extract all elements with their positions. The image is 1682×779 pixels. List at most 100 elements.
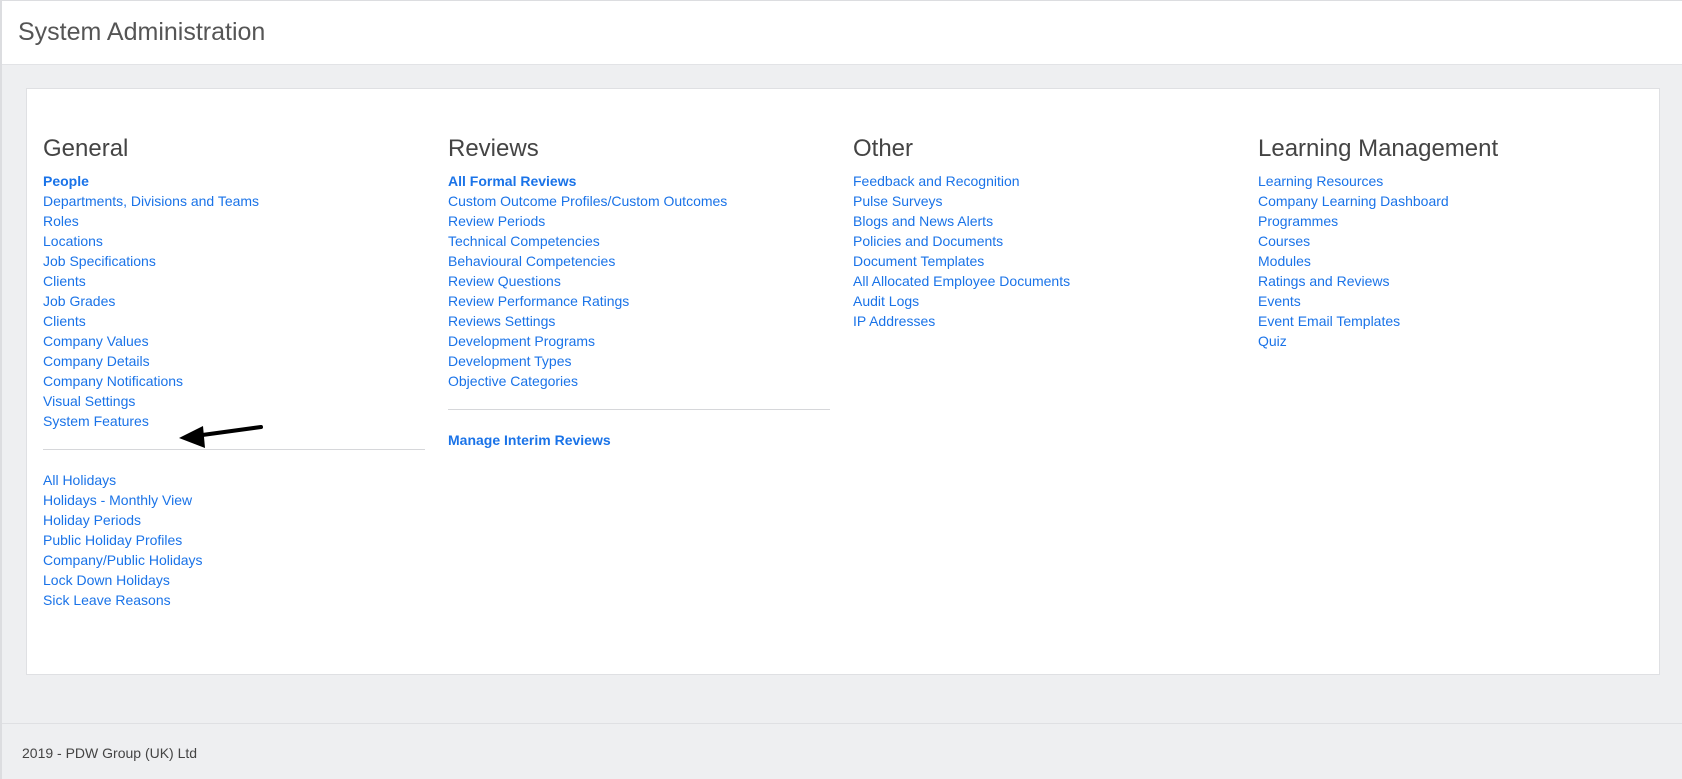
list-item: Modules (1258, 251, 1640, 271)
link-blogs-and-news-alerts[interactable]: Blogs and News Alerts (853, 213, 993, 229)
link-development-programs[interactable]: Development Programs (448, 333, 595, 349)
link-pulse-surveys[interactable]: Pulse Surveys (853, 193, 942, 209)
list-item: Company Learning Dashboard (1258, 191, 1640, 211)
list-item: Blogs and News Alerts (853, 211, 1235, 231)
link-event-email-templates[interactable]: Event Email Templates (1258, 313, 1400, 329)
link-people[interactable]: People (43, 173, 89, 189)
list-item: Company/Public Holidays (43, 550, 425, 570)
link-company-values[interactable]: Company Values (43, 333, 149, 349)
top-bar: System Administration (2, 0, 1682, 65)
link-company-details[interactable]: Company Details (43, 353, 150, 369)
link-quiz[interactable]: Quiz (1258, 333, 1287, 349)
link-reviews-settings[interactable]: Reviews Settings (448, 313, 555, 329)
general-links: People Departments, Divisions and Teams Ro… (43, 171, 425, 431)
list-item: Departments, Divisions and Teams (43, 191, 425, 211)
reviews-links: All Formal Reviews Custom Outcome Profile… (448, 171, 830, 391)
link-events[interactable]: Events (1258, 293, 1301, 309)
link-behavioural-competencies[interactable]: Behavioural Competencies (448, 253, 615, 269)
link-learning-resources[interactable]: Learning Resources (1258, 173, 1383, 189)
list-item: Events (1258, 291, 1640, 311)
list-item: All Allocated Employee Documents (853, 271, 1235, 291)
link-holidays-monthly-view[interactable]: Holidays - Monthly View (43, 492, 192, 508)
list-item: Event Email Templates (1258, 311, 1640, 331)
link-lock-down-holidays[interactable]: Lock Down Holidays (43, 572, 170, 588)
link-holiday-periods[interactable]: Holiday Periods (43, 512, 141, 528)
divider (43, 449, 425, 450)
list-item: Audit Logs (853, 291, 1235, 311)
link-custom-outcome-profiles-custom-outcomes[interactable]: Custom Outcome Profiles/Custom Outcomes (448, 193, 727, 209)
list-item: People (43, 171, 425, 191)
link-ratings-and-reviews[interactable]: Ratings and Reviews (1258, 273, 1390, 289)
list-item: Manage Interim Reviews (448, 430, 830, 450)
link-job-specifications[interactable]: Job Specifications (43, 253, 156, 269)
link-clients[interactable]: Clients (43, 313, 86, 329)
link-public-holiday-profiles[interactable]: Public Holiday Profiles (43, 532, 182, 548)
list-item: All Formal Reviews (448, 171, 830, 191)
link-job-grades[interactable]: Job Grades (43, 293, 115, 309)
list-item: Courses (1258, 231, 1640, 251)
link-courses[interactable]: Courses (1258, 233, 1310, 249)
link-all-holidays[interactable]: All Holidays (43, 472, 116, 488)
list-item: All Holidays (43, 470, 425, 490)
list-item: Company Details (43, 351, 425, 371)
link-company-learning-dashboard[interactable]: Company Learning Dashboard (1258, 193, 1449, 209)
list-item: Job Grades (43, 291, 425, 311)
link-modules[interactable]: Modules (1258, 253, 1311, 269)
page-title: System Administration (18, 18, 266, 46)
learning-links: Learning Resources Company Learning Dashb… (1258, 171, 1640, 351)
list-item: Lock Down Holidays (43, 570, 425, 590)
list-item: Clients (43, 311, 425, 331)
page: System Administration General People Depa… (0, 0, 1682, 779)
section-title-general: General (43, 135, 129, 162)
link-departments-divisions-and-teams[interactable]: Departments, Divisions and Teams (43, 193, 259, 209)
section-general: General People Departments, Divisions and… (43, 129, 425, 610)
list-item: Visual Settings (43, 391, 425, 411)
other-links: Feedback and Recognition Pulse Surveys Blo… (853, 171, 1235, 331)
list-item: Programmes (1258, 211, 1640, 231)
link-all-formal-reviews[interactable]: All Formal Reviews (448, 173, 576, 189)
link-development-types[interactable]: Development Types (448, 353, 571, 369)
link-company-public-holidays[interactable]: Company/Public Holidays (43, 552, 203, 568)
arrow-left-icon (179, 425, 263, 448)
list-item: Company Notifications (43, 371, 425, 391)
link-system-features[interactable]: System Features (43, 413, 149, 429)
link-clients[interactable]: Clients (43, 273, 86, 289)
link-ip-addresses[interactable]: IP Addresses (853, 313, 935, 329)
holiday-links: All Holidays Holidays - Monthly View Holid… (43, 470, 425, 610)
footer: 2019 - PDW Group (UK) Ltd (2, 723, 1682, 779)
section-other: Other Feedback and Recognition Pulse Surv… (853, 129, 1235, 331)
list-item: Policies and Documents (853, 231, 1235, 251)
link-company-notifications[interactable]: Company Notifications (43, 373, 183, 389)
link-manage-interim-reviews[interactable]: Manage Interim Reviews (448, 432, 611, 448)
link-feedback-and-recognition[interactable]: Feedback and Recognition (853, 173, 1020, 189)
link-review-performance-ratings[interactable]: Review Performance Ratings (448, 293, 629, 309)
list-item: Development Programs (448, 331, 830, 351)
list-item: Feedback and Recognition (853, 171, 1235, 191)
section-learning-management: Learning Management Learning Resources Co… (1258, 129, 1640, 351)
link-document-templates[interactable]: Document Templates (853, 253, 984, 269)
section-title-other: Other (853, 135, 914, 162)
list-item: Holiday Periods (43, 510, 425, 530)
link-roles[interactable]: Roles (43, 213, 79, 229)
link-all-allocated-employee-documents[interactable]: All Allocated Employee Documents (853, 273, 1070, 289)
list-item: Clients (43, 271, 425, 291)
list-item: Company Values (43, 331, 425, 351)
link-sick-leave-reasons[interactable]: Sick Leave Reasons (43, 592, 171, 608)
link-technical-competencies[interactable]: Technical Competencies (448, 233, 600, 249)
list-item: Document Templates (853, 251, 1235, 271)
link-locations[interactable]: Locations (43, 233, 103, 249)
link-programmes[interactable]: Programmes (1258, 213, 1338, 229)
divider (448, 409, 830, 410)
admin-panel: General People Departments, Divisions and… (26, 88, 1660, 675)
link-review-questions[interactable]: Review Questions (448, 273, 561, 289)
list-item: Pulse Surveys (853, 191, 1235, 211)
list-item: Ratings and Reviews (1258, 271, 1640, 291)
link-audit-logs[interactable]: Audit Logs (853, 293, 919, 309)
list-item: IP Addresses (853, 311, 1235, 331)
link-objective-categories[interactable]: Objective Categories (448, 373, 578, 389)
link-visual-settings[interactable]: Visual Settings (43, 393, 135, 409)
link-policies-and-documents[interactable]: Policies and Documents (853, 233, 1003, 249)
list-item: Reviews Settings (448, 311, 830, 331)
link-review-periods[interactable]: Review Periods (448, 213, 545, 229)
list-item: Review Questions (448, 271, 830, 291)
